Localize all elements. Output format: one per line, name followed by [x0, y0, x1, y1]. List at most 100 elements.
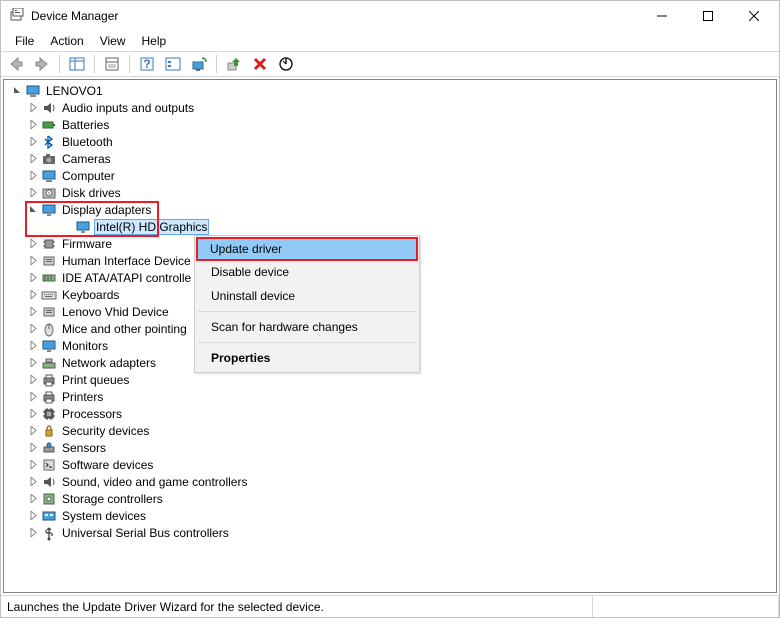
expander-icon[interactable]: [26, 526, 40, 540]
tree-category[interactable]: Processors: [4, 405, 776, 422]
computer-icon: [41, 168, 57, 184]
title-bar: Device Manager: [1, 1, 779, 31]
expander-icon[interactable]: [26, 169, 40, 183]
expander-icon[interactable]: [26, 509, 40, 523]
expander-icon[interactable]: [26, 458, 40, 472]
sensor-icon: [41, 440, 57, 456]
toolbar: ?: [1, 51, 779, 77]
app-icon: [9, 8, 25, 24]
expander-icon[interactable]: [26, 135, 40, 149]
tree-category-label: Human Interface Device: [60, 254, 193, 268]
software-icon: [41, 457, 57, 473]
show-hide-tree-button[interactable]: [66, 53, 88, 75]
tree-device[interactable]: Intel(R) HD Graphics: [4, 218, 776, 235]
context-menu: Update driverDisable deviceUninstall dev…: [194, 235, 420, 373]
expander-icon[interactable]: [26, 288, 40, 302]
expander-icon[interactable]: [26, 356, 40, 370]
tree-category[interactable]: Audio inputs and outputs: [4, 99, 776, 116]
context-menu-item[interactable]: Disable device: [197, 260, 417, 284]
tree-category-label: Firmware: [60, 237, 114, 251]
action-button[interactable]: [162, 53, 184, 75]
tree-category[interactable]: Display adapters: [4, 201, 776, 218]
expander-icon[interactable]: [26, 305, 40, 319]
menu-help[interactable]: Help: [134, 32, 175, 50]
context-menu-item[interactable]: Properties: [197, 346, 417, 370]
tree-category-label: Cameras: [60, 152, 113, 166]
menu-action[interactable]: Action: [42, 32, 91, 50]
expander-icon[interactable]: [26, 203, 40, 217]
context-menu-item[interactable]: Update driver: [196, 237, 418, 261]
expander-icon[interactable]: [26, 407, 40, 421]
close-button[interactable]: [731, 1, 777, 31]
context-menu-item[interactable]: Uninstall device: [197, 284, 417, 308]
tree-category[interactable]: Batteries: [4, 116, 776, 133]
tree-category[interactable]: Sound, video and game controllers: [4, 473, 776, 490]
expander-icon[interactable]: [26, 152, 40, 166]
tree-category[interactable]: Printers: [4, 388, 776, 405]
cpu-icon: [41, 406, 57, 422]
tree-root[interactable]: LENOVO1: [4, 82, 776, 99]
battery-icon: [41, 117, 57, 133]
tree-category-label: Disk drives: [60, 186, 123, 200]
device-tree[interactable]: LENOVO1Audio inputs and outputsBatteries…: [3, 79, 777, 593]
tree-category[interactable]: Sensors: [4, 439, 776, 456]
expander-icon[interactable]: [26, 441, 40, 455]
context-menu-separator: [198, 342, 416, 343]
tree-category[interactable]: Storage controllers: [4, 490, 776, 507]
help-button[interactable]: ?: [136, 53, 158, 75]
expander-icon[interactable]: [26, 271, 40, 285]
expander-icon[interactable]: [26, 237, 40, 251]
update-driver-button[interactable]: [223, 53, 245, 75]
printer-icon: [41, 389, 57, 405]
tree-category-label: Keyboards: [60, 288, 121, 302]
tree-category-label: Printers: [60, 390, 105, 404]
menu-file[interactable]: File: [7, 32, 42, 50]
display-icon: [41, 338, 57, 354]
expander-icon[interactable]: [26, 373, 40, 387]
tree-category[interactable]: Print queues: [4, 371, 776, 388]
minimize-button[interactable]: [639, 1, 685, 31]
disable-button[interactable]: [275, 53, 297, 75]
expander-icon[interactable]: [26, 492, 40, 506]
tree-category[interactable]: Universal Serial Bus controllers: [4, 524, 776, 541]
tree-category-label: Sensors: [60, 441, 108, 455]
tree-category[interactable]: Cameras: [4, 150, 776, 167]
expander-icon[interactable]: [26, 101, 40, 115]
expander-icon[interactable]: [26, 475, 40, 489]
tree-category[interactable]: Disk drives: [4, 184, 776, 201]
tree-category[interactable]: Security devices: [4, 422, 776, 439]
keyboard-icon: [41, 287, 57, 303]
tree-root-label: LENOVO1: [44, 84, 105, 98]
tree-category[interactable]: Bluetooth: [4, 133, 776, 150]
context-menu-separator: [198, 311, 416, 312]
menu-view[interactable]: View: [92, 32, 134, 50]
properties-button[interactable]: [101, 53, 123, 75]
scan-hardware-button[interactable]: [188, 53, 210, 75]
tree-category[interactable]: System devices: [4, 507, 776, 524]
disk-icon: [41, 185, 57, 201]
tree-category-label: IDE ATA/ATAPI controlle: [60, 271, 193, 285]
expander-icon[interactable]: [26, 424, 40, 438]
forward-button[interactable]: [31, 53, 53, 75]
tree-category-label: Universal Serial Bus controllers: [60, 526, 231, 540]
tree-category-label: Bluetooth: [60, 135, 115, 149]
expander-icon[interactable]: [26, 390, 40, 404]
expander-icon[interactable]: [26, 186, 40, 200]
expander-icon[interactable]: [26, 254, 40, 268]
bluetooth-icon: [41, 134, 57, 150]
expander-icon[interactable]: [26, 339, 40, 353]
uninstall-button[interactable]: [249, 53, 271, 75]
tree-category-label: Lenovo Vhid Device: [60, 305, 171, 319]
toolbar-separator: [129, 55, 130, 73]
tree-category[interactable]: Computer: [4, 167, 776, 184]
back-button[interactable]: [5, 53, 27, 75]
maximize-button[interactable]: [685, 1, 731, 31]
context-menu-item[interactable]: Scan for hardware changes: [197, 315, 417, 339]
mouse-icon: [41, 321, 57, 337]
expander-icon[interactable]: [26, 118, 40, 132]
hid-icon: [41, 304, 57, 320]
tree-category[interactable]: Software devices: [4, 456, 776, 473]
tree-category-label: System devices: [60, 509, 148, 523]
hid-icon: [41, 253, 57, 269]
expander-icon[interactable]: [26, 322, 40, 336]
